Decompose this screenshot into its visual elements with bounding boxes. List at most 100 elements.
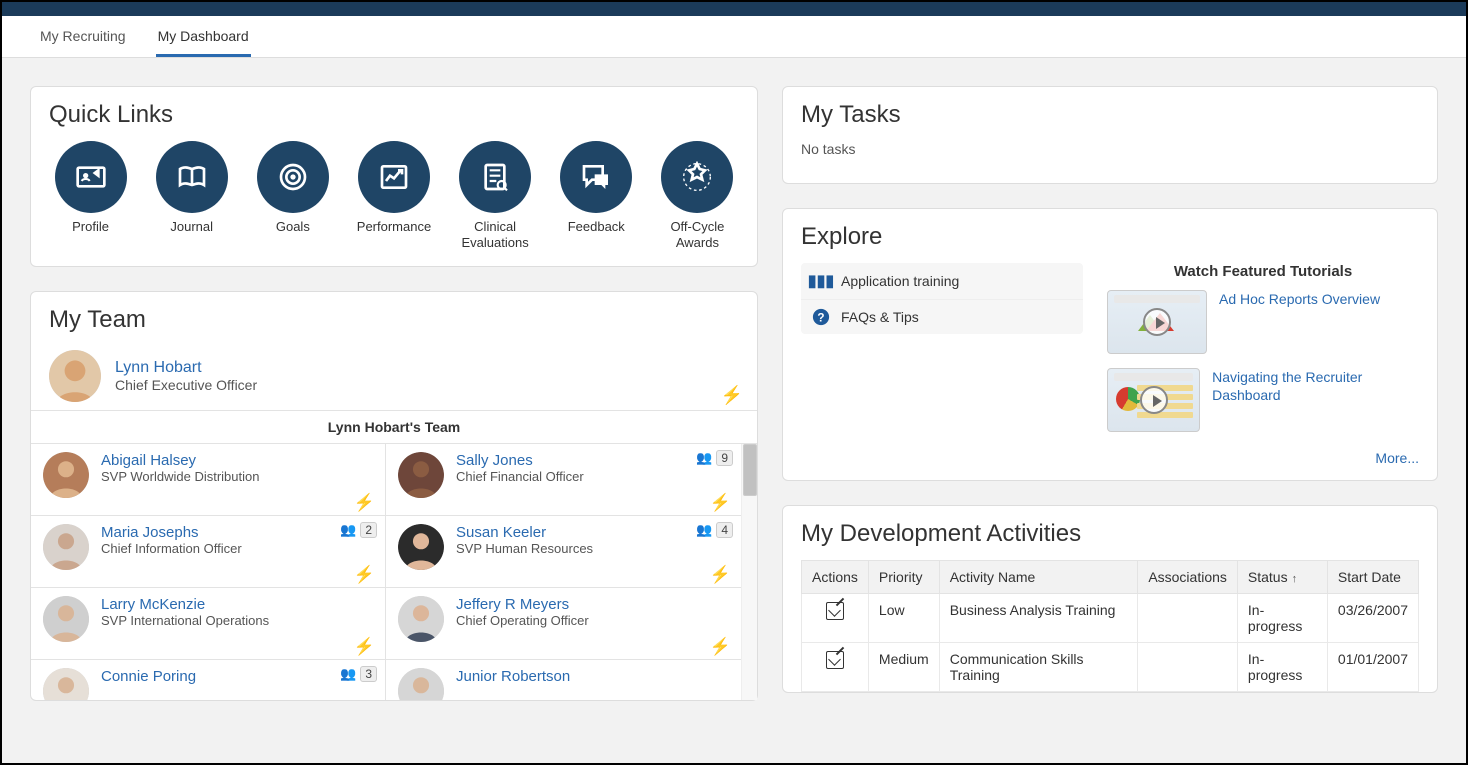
edit-icon[interactable] (826, 602, 844, 620)
cell-associations (1138, 594, 1238, 643)
avatar (398, 596, 444, 642)
avatar (49, 350, 101, 402)
team-member[interactable]: Sally Jones Chief Financial Officer 👥9 ⚡ (386, 444, 741, 516)
ql-feedback[interactable]: Feedback (555, 141, 638, 252)
cell-associations (1138, 643, 1238, 692)
tutorial-item[interactable]: Navigating the Recruiter Dashboard (1107, 368, 1419, 432)
manager-name[interactable]: Lynn Hobart (115, 359, 257, 377)
member-title: Chief Information Officer (101, 541, 242, 556)
bolt-icon[interactable]: ⚡ (710, 565, 731, 585)
feedback-icon (560, 141, 632, 213)
reports-badge[interactable]: 👥2 (340, 522, 377, 538)
reports-badge[interactable]: 👥9 (696, 450, 733, 466)
team-scrollbar[interactable] (741, 444, 757, 700)
reports-count: 9 (716, 450, 733, 466)
journal-icon (156, 141, 228, 213)
col-status[interactable]: Status↑ (1237, 561, 1327, 594)
ql-goals[interactable]: Goals (251, 141, 334, 252)
cell-activity: Business Analysis Training (939, 594, 1138, 643)
member-name[interactable]: Abigail Halsey (101, 452, 259, 469)
bolt-icon[interactable]: ⚡ (354, 493, 375, 513)
member-name[interactable]: Susan Keeler (456, 524, 593, 541)
member-name[interactable]: Larry McKenzie (101, 596, 269, 613)
cell-priority: Medium (868, 643, 939, 692)
cell-startdate: 01/01/2007 (1327, 643, 1418, 692)
team-member[interactable]: Susan Keeler SVP Human Resources 👥4 ⚡ (386, 516, 741, 588)
bolt-icon[interactable]: ⚡ (721, 385, 743, 406)
bolt-icon[interactable]: ⚡ (354, 565, 375, 585)
col-associations[interactable]: Associations (1138, 561, 1238, 594)
member-title: SVP Worldwide Distribution (101, 469, 259, 484)
team-member[interactable]: Jeffery R Meyers Chief Operating Officer… (386, 588, 741, 660)
member-name[interactable]: Maria Josephs (101, 524, 242, 541)
reports-badge[interactable]: 👥3 (340, 666, 377, 682)
reports-icon: 👥 (696, 450, 712, 466)
cell-startdate: 03/26/2007 (1327, 594, 1418, 643)
ql-offcycle-awards[interactable]: Off-Cycle Awards (656, 141, 739, 252)
member-name[interactable]: Junior Robertson (456, 668, 570, 685)
member-title: SVP Human Resources (456, 541, 593, 556)
dev-activities-table: Actions Priority Activity Name Associati… (801, 560, 1419, 692)
sort-asc-icon: ↑ (1292, 573, 1298, 585)
my-team-card: My Team Lynn Hobart Chief Executive Offi… (30, 291, 758, 701)
reports-icon: 👥 (340, 666, 356, 682)
reports-badge[interactable]: 👥4 (696, 522, 733, 538)
ql-label: Feedback (555, 219, 638, 235)
team-member[interactable]: Larry McKenzie SVP International Operati… (31, 588, 386, 660)
avatar (43, 452, 89, 498)
team-member[interactable]: Maria Josephs Chief Information Officer … (31, 516, 386, 588)
explore-title: Explore (801, 223, 1419, 251)
dev-activities-title: My Development Activities (801, 520, 1419, 548)
tutorial-link[interactable]: Ad Hoc Reports Overview (1219, 290, 1380, 354)
team-member[interactable]: Junior Robertson (386, 660, 741, 700)
bolt-icon[interactable]: ⚡ (710, 637, 731, 657)
ql-label: Goals (251, 219, 334, 235)
explore-item-label: Application training (841, 273, 959, 289)
ql-label: Performance (352, 219, 435, 235)
tutorial-link[interactable]: Navigating the Recruiter Dashboard (1212, 368, 1419, 432)
member-name[interactable]: Jeffery R Meyers (456, 596, 589, 613)
tutorial-item[interactable]: Ad Hoc Reports Overview (1107, 290, 1419, 354)
explore-list: ▮▮▮ Application training ? FAQs & Tips (801, 263, 1083, 334)
team-member[interactable]: Abigail Halsey SVP Worldwide Distributio… (31, 444, 386, 516)
member-name[interactable]: Connie Poring (101, 668, 196, 685)
member-title: Chief Operating Officer (456, 613, 589, 628)
tab-my-dashboard[interactable]: My Dashboard (156, 16, 251, 57)
help-icon: ? (811, 308, 831, 326)
bolt-icon[interactable]: ⚡ (354, 637, 375, 657)
col-actions[interactable]: Actions (802, 561, 869, 594)
col-startdate[interactable]: Start Date (1327, 561, 1418, 594)
books-icon: ▮▮▮ (811, 271, 831, 291)
edit-icon[interactable] (826, 651, 844, 669)
quick-links-row: Profile Journal Goals (49, 141, 739, 252)
scrollbar-thumb[interactable] (743, 444, 757, 496)
table-row: Medium Communication Skills Training In-… (802, 643, 1419, 692)
avatar (398, 524, 444, 570)
more-link[interactable]: More... (1107, 446, 1419, 466)
team-grid-wrap: Abigail Halsey SVP Worldwide Distributio… (31, 444, 757, 700)
reports-icon: 👥 (696, 522, 712, 538)
play-icon (1140, 386, 1168, 414)
goals-icon (257, 141, 329, 213)
tab-my-recruiting[interactable]: My Recruiting (38, 16, 128, 57)
explore-item-application-training[interactable]: ▮▮▮ Application training (801, 263, 1083, 299)
explore-item-faqs-tips[interactable]: ? FAQs & Tips (801, 299, 1083, 334)
col-priority[interactable]: Priority (868, 561, 939, 594)
tasks-empty-text: No tasks (801, 141, 1419, 169)
ql-label: Profile (49, 219, 132, 235)
ql-performance[interactable]: Performance (352, 141, 435, 252)
reports-count: 3 (360, 666, 377, 682)
team-manager-row[interactable]: Lynn Hobart Chief Executive Officer ⚡ (31, 346, 757, 410)
bolt-icon[interactable]: ⚡ (710, 493, 731, 513)
profile-icon (55, 141, 127, 213)
ql-journal[interactable]: Journal (150, 141, 233, 252)
tutorials-header: Watch Featured Tutorials (1107, 263, 1419, 280)
member-name[interactable]: Sally Jones (456, 452, 584, 469)
ql-profile[interactable]: Profile (49, 141, 132, 252)
content-area: Quick Links Profile Journal (2, 58, 1466, 729)
team-member[interactable]: Connie Poring 👥3 (31, 660, 386, 700)
ql-clinical-evaluations[interactable]: Clinical Evaluations (454, 141, 537, 252)
col-activity[interactable]: Activity Name (939, 561, 1138, 594)
member-title: Chief Financial Officer (456, 469, 584, 484)
table-row: Low Business Analysis Training In-progre… (802, 594, 1419, 643)
